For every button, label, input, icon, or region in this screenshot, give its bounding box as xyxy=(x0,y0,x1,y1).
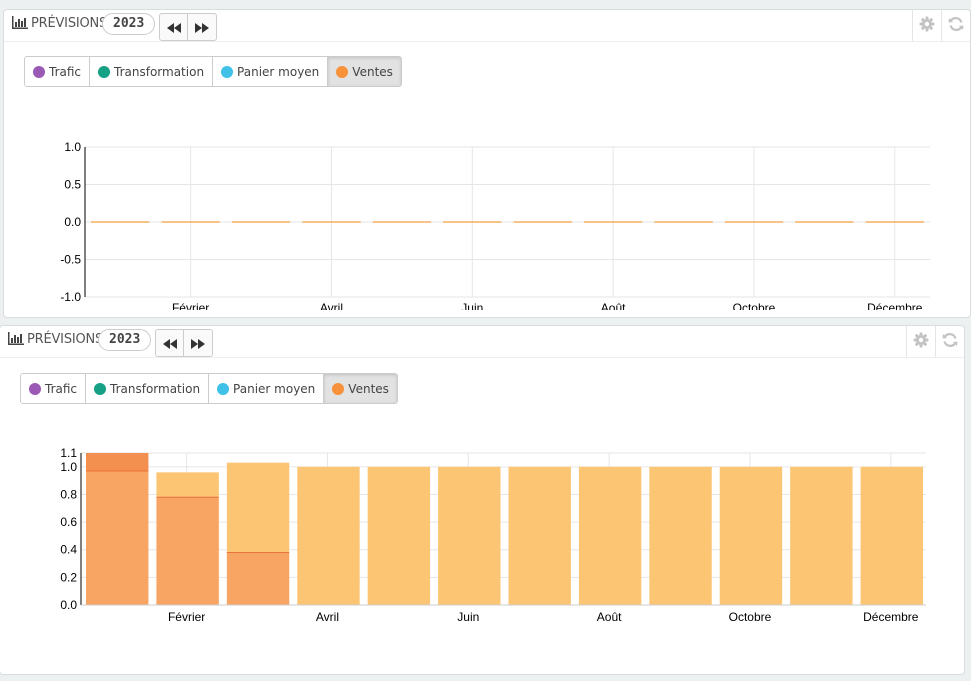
fast-forward-icon xyxy=(195,18,209,37)
forecast-bar xyxy=(367,466,431,605)
previous-year-button[interactable] xyxy=(160,14,188,40)
next-year-button[interactable] xyxy=(184,330,212,356)
y-tick-label: -1.0 xyxy=(60,290,81,304)
x-tick-label: Juin xyxy=(461,301,483,310)
fast-backward-icon xyxy=(166,18,181,37)
year-badge: 2023 xyxy=(98,329,152,351)
refresh-button[interactable] xyxy=(941,10,970,41)
refresh-icon xyxy=(948,16,964,36)
y-tick-label: 0.0 xyxy=(64,215,81,229)
x-tick-label: Février xyxy=(172,301,209,310)
forecast-bar xyxy=(86,453,149,471)
refresh-icon xyxy=(942,332,958,352)
legend-dot xyxy=(332,382,345,395)
panel-title: PRÉVISIONS xyxy=(8,332,103,347)
bar-chart-icon xyxy=(8,332,27,347)
legend-dot xyxy=(221,65,234,78)
x-tick-label: Avril xyxy=(316,610,339,621)
refresh-button[interactable] xyxy=(935,326,964,357)
forecast-bar xyxy=(649,466,712,605)
legend-dot xyxy=(217,382,230,395)
legend-trafic-toggle[interactable]: Trafic xyxy=(25,57,91,86)
legend-transformation-toggle[interactable]: Transformation xyxy=(90,57,214,86)
forecast-bar xyxy=(226,462,290,553)
legend-dot xyxy=(94,382,107,395)
x-tick-label: Juin xyxy=(457,610,479,621)
series-legend: Trafic Transformation Panier moyen Vente… xyxy=(20,373,398,404)
x-tick-label: Août xyxy=(601,301,626,310)
panel-header: PRÉVISIONS 2023 xyxy=(4,10,970,42)
y-tick-label: 0.0 xyxy=(60,598,77,612)
forecast-panel-2: PRÉVISIONS 2023 Trafic Transformation Pa… xyxy=(0,325,965,675)
previous-year-button[interactable] xyxy=(156,330,184,356)
settings-button[interactable] xyxy=(906,326,935,357)
year-badge: 2023 xyxy=(102,13,156,35)
legend-trafic-toggle[interactable]: Trafic xyxy=(21,374,87,403)
actual-bar xyxy=(226,552,290,605)
legend-dot xyxy=(29,382,41,395)
bar-chart-icon xyxy=(12,16,31,31)
y-tick-label: 1.1 xyxy=(60,446,77,460)
forecast-bar xyxy=(790,466,853,605)
legend-dot xyxy=(336,65,349,78)
forecast-bar xyxy=(438,466,501,605)
y-tick-label: -0.5 xyxy=(60,253,81,267)
forecast-bar xyxy=(508,466,571,605)
panel-header: PRÉVISIONS 2023 xyxy=(0,326,964,358)
fast-forward-icon xyxy=(191,334,205,353)
sales-bar-chart: 1.11.0 0.8 0.6 0.4 0.2 0.0 Février Avril Juin Aoû… xyxy=(60,446,926,621)
forecast-bar xyxy=(860,466,923,605)
forecast-bar xyxy=(156,472,219,498)
x-tick-label: Octobre xyxy=(729,610,772,621)
panel-title: PRÉVISIONS xyxy=(12,16,107,31)
sales-line-chart: 1.0 0.5 0.0 -0.5 -1.0 Février Avril Juin Août Oct… xyxy=(60,140,930,310)
y-tick-label: 1.0 xyxy=(60,460,77,474)
year-navigation xyxy=(159,13,217,41)
x-tick-label: Février xyxy=(168,610,205,621)
y-tick-label: 0.5 xyxy=(64,178,81,192)
legend-dot xyxy=(33,65,45,78)
forecast-bar xyxy=(719,466,783,605)
y-tick-label: 0.4 xyxy=(60,543,77,557)
x-tick-label: Décembre xyxy=(867,301,923,310)
x-tick-label: Décembre xyxy=(863,610,919,621)
forecast-panel-1: PRÉVISIONS 2023 Trafic Transformation Pa… xyxy=(3,9,971,318)
next-year-button[interactable] xyxy=(188,14,216,40)
x-tick-label: Octobre xyxy=(733,301,776,310)
legend-panier-moyen-toggle[interactable]: Panier moyen xyxy=(213,57,329,86)
forecast-bar xyxy=(297,466,360,605)
legend-transformation-toggle[interactable]: Transformation xyxy=(86,374,210,403)
y-tick-label: 0.2 xyxy=(60,570,77,584)
y-tick-label: 0.6 xyxy=(60,515,77,529)
x-tick-label: Avril xyxy=(320,301,343,310)
x-tick-label: Août xyxy=(597,610,622,621)
series-legend: Trafic Transformation Panier moyen Vente… xyxy=(24,56,402,87)
forecast-bar xyxy=(578,466,642,605)
year-navigation xyxy=(155,329,213,357)
y-tick-label: 0.8 xyxy=(60,487,77,501)
y-tick-label: 1.0 xyxy=(64,140,81,154)
actual-bar xyxy=(156,497,219,605)
legend-panier-moyen-toggle[interactable]: Panier moyen xyxy=(209,374,325,403)
gear-icon xyxy=(913,332,929,352)
panel-tools xyxy=(906,326,964,357)
gear-icon xyxy=(919,16,935,36)
panel-tools xyxy=(912,10,970,41)
legend-dot xyxy=(98,65,111,78)
actual-bar xyxy=(86,470,149,605)
legend-ventes-toggle[interactable]: Ventes xyxy=(328,57,401,86)
settings-button[interactable] xyxy=(912,10,941,41)
fast-backward-icon xyxy=(162,334,177,353)
legend-ventes-toggle[interactable]: Ventes xyxy=(324,374,397,403)
